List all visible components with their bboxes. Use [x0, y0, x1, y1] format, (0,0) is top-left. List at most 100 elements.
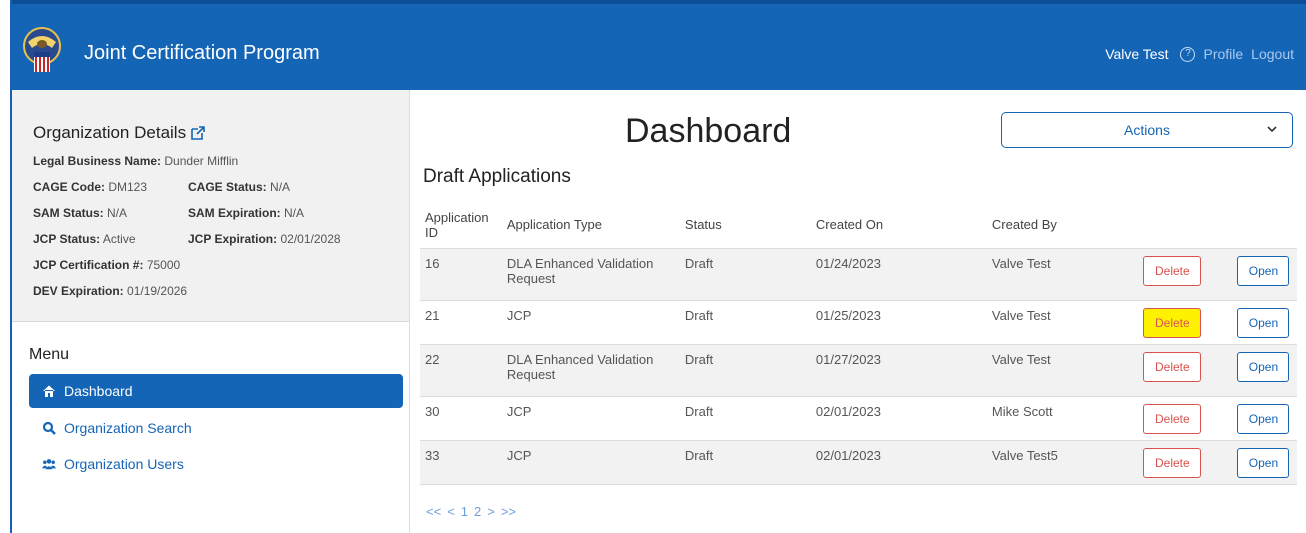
- main-content: Dashboard Actions Draft Applications App…: [409, 90, 1306, 533]
- table-row: 22 DLA Enhanced Validation Request Draft…: [420, 344, 1297, 397]
- cell-status: Draft: [679, 248, 811, 301]
- cell-created-on: 02/01/2023: [810, 396, 987, 441]
- open-button[interactable]: Open: [1237, 255, 1290, 286]
- menu-title: Menu: [29, 346, 70, 363]
- sam-expiration-value: N/A: [284, 206, 305, 220]
- table-row: 16 DLA Enhanced Validation Request Draft…: [420, 248, 1297, 301]
- cell-created-by: Valve Test: [986, 344, 1139, 397]
- cell-id: 22: [420, 344, 502, 397]
- jcp-status-label: JCP Status:: [33, 232, 101, 246]
- cell-created-on: 02/01/2023: [810, 440, 987, 485]
- organization-details-label: Organization Details: [33, 123, 187, 142]
- user-name[interactable]: Valve Test: [1105, 46, 1168, 62]
- draft-applications-table: Application ID Application Type Status C…: [420, 202, 1297, 485]
- cell-open: Open: [1232, 396, 1297, 441]
- top-navbar: Joint Certification Program Valve Test ?…: [12, 0, 1306, 90]
- pagination: << < 1 2 > >>: [426, 504, 516, 519]
- cell-id: 21: [420, 300, 502, 345]
- column-header-application-id[interactable]: Application ID: [420, 202, 502, 249]
- jcp-certification-value: 75000: [146, 258, 181, 272]
- cell-created-by: Valve Test5: [986, 440, 1139, 485]
- cage-code-label: CAGE Code:: [33, 180, 105, 194]
- open-button[interactable]: Open: [1237, 447, 1290, 478]
- menu-item-organization-users[interactable]: Organization Users: [29, 447, 403, 481]
- pager-page-1[interactable]: 1: [461, 504, 468, 519]
- cell-id: 33: [420, 440, 502, 485]
- column-header-status[interactable]: Status: [679, 202, 811, 249]
- pager-last[interactable]: >>: [501, 504, 516, 519]
- cell-created-on: 01/27/2023: [810, 344, 987, 397]
- actions-label: Actions: [1124, 122, 1170, 138]
- window-left-edge: [0, 0, 12, 533]
- cell-status: Draft: [679, 440, 811, 485]
- legal-name-label: Legal Business Name:: [33, 154, 162, 168]
- cell-delete: Delete: [1138, 440, 1233, 485]
- users-icon: [42, 459, 56, 470]
- sam-status-value: N/A: [107, 206, 128, 220]
- cell-open: Open: [1232, 344, 1297, 397]
- organization-details-title[interactable]: Organization Details: [33, 123, 206, 143]
- sam-expiration-label: SAM Expiration:: [188, 206, 281, 220]
- menu-item-label: Dashboard: [64, 383, 133, 399]
- delete-button[interactable]: Delete: [1143, 351, 1202, 382]
- jcp-expiration-value: 02/01/2028: [280, 232, 341, 246]
- cell-created-by: Valve Test: [986, 248, 1139, 301]
- delete-button[interactable]: Delete: [1143, 447, 1202, 478]
- logout-link[interactable]: Logout: [1251, 46, 1294, 62]
- cell-open: Open: [1232, 440, 1297, 485]
- dev-expiration-label: DEV Expiration:: [33, 284, 124, 298]
- cell-delete: Delete: [1138, 300, 1233, 345]
- jcp-status-row: JCP Status: Active: [33, 232, 136, 246]
- jcp-expiration-label: JCP Expiration:: [188, 232, 278, 246]
- table-header-row: Application ID Application Type Status C…: [420, 202, 1297, 249]
- cage-status-value: N/A: [270, 180, 291, 194]
- dev-expiration-value: 01/19/2026: [127, 284, 188, 298]
- column-header-open: [1232, 202, 1297, 249]
- column-header-created-on[interactable]: Created On: [810, 202, 987, 249]
- user-nav: Valve Test ? Profile Logout: [1105, 46, 1294, 62]
- menu-item-dashboard[interactable]: Dashboard: [29, 374, 403, 408]
- open-button[interactable]: Open: [1237, 403, 1290, 434]
- external-link-icon[interactable]: [190, 125, 206, 141]
- cell-status: Draft: [679, 396, 811, 441]
- delete-button[interactable]: Delete: [1143, 255, 1202, 286]
- open-button[interactable]: Open: [1237, 351, 1290, 382]
- cage-status-label: CAGE Status:: [188, 180, 267, 194]
- cell-id: 16: [420, 248, 502, 301]
- delete-button[interactable]: Delete: [1143, 403, 1202, 434]
- page-title: Dashboard: [625, 112, 792, 150]
- delete-button[interactable]: Delete: [1143, 307, 1202, 338]
- pager-first[interactable]: <<: [426, 504, 441, 519]
- dev-expiration-row: DEV Expiration: 01/19/2026: [33, 284, 187, 298]
- pager-next[interactable]: >: [487, 504, 495, 519]
- cage-status-row: CAGE Status: N/A: [188, 180, 290, 194]
- organization-details-card: Organization Details Legal Business Name…: [12, 90, 409, 322]
- column-header-created-by[interactable]: Created By: [986, 202, 1139, 249]
- sam-status-label: SAM Status:: [33, 206, 104, 220]
- open-button[interactable]: Open: [1237, 307, 1290, 338]
- cage-code-row: CAGE Code: DM123: [33, 180, 147, 194]
- menu-item-organization-search[interactable]: Organization Search: [29, 411, 403, 445]
- cell-delete: Delete: [1138, 344, 1233, 397]
- cell-created-on: 01/24/2023: [810, 248, 987, 301]
- table-row: 30 JCP Draft 02/01/2023 Mike Scott Delet…: [420, 396, 1297, 441]
- pager-prev[interactable]: <: [447, 504, 455, 519]
- column-header-application-type[interactable]: Application Type: [501, 202, 680, 249]
- cell-open: Open: [1232, 300, 1297, 345]
- cell-type: JCP: [501, 440, 680, 485]
- menu-item-label: Organization Users: [64, 456, 184, 472]
- cell-delete: Delete: [1138, 396, 1233, 441]
- legal-name-value: Dunder Mifflin: [164, 154, 239, 168]
- profile-link[interactable]: Profile: [1203, 46, 1243, 62]
- table-row: 33 JCP Draft 02/01/2023 Valve Test5 Dele…: [420, 440, 1297, 485]
- jcp-certification-label: JCP Certification #:: [33, 258, 144, 272]
- pager-page-2[interactable]: 2: [474, 504, 481, 519]
- cell-status: Draft: [679, 344, 811, 397]
- app-title[interactable]: Joint Certification Program: [84, 42, 320, 65]
- cage-code-value: DM123: [108, 180, 148, 194]
- help-icon[interactable]: ?: [1180, 46, 1196, 62]
- sam-expiration-row: SAM Expiration: N/A: [188, 206, 304, 220]
- actions-dropdown[interactable]: Actions: [1001, 112, 1293, 148]
- cell-status: Draft: [679, 300, 811, 345]
- jcp-certification-row: JCP Certification #: 75000: [33, 258, 180, 272]
